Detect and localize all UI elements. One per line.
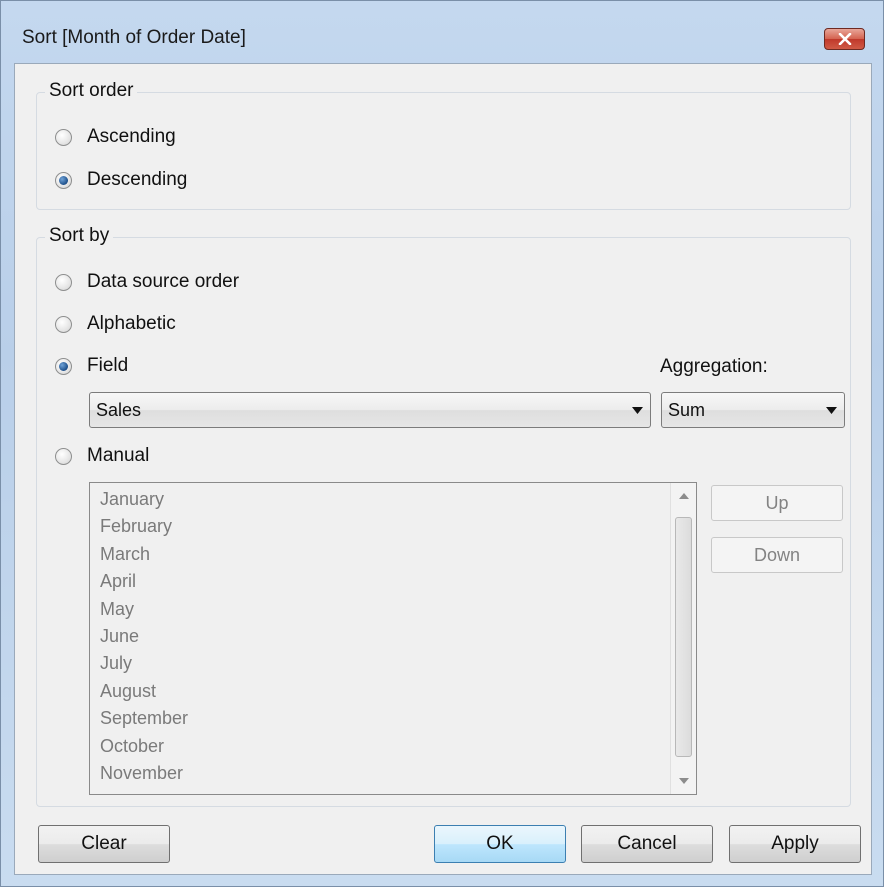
list-item[interactable]: June bbox=[100, 623, 188, 650]
list-item[interactable]: February bbox=[100, 513, 188, 540]
radio-alphabetic-label: Alphabetic bbox=[87, 313, 176, 334]
list-item[interactable]: January bbox=[100, 486, 188, 513]
sort-by-legend: Sort by bbox=[45, 225, 114, 247]
radio-button-selected[interactable] bbox=[55, 171, 72, 189]
title-bar[interactable]: Sort [Month of Order Date] bbox=[1, 1, 883, 63]
sort-dialog: Sort [Month of Order Date] Sort order As… bbox=[0, 0, 884, 887]
manual-order-list[interactable]: January February March April May June July Augu… bbox=[89, 482, 697, 795]
list-item[interactable]: July bbox=[100, 650, 188, 677]
chevron-down-icon bbox=[624, 406, 650, 414]
radio-button-selected[interactable] bbox=[55, 357, 72, 375]
list-item[interactable]: March bbox=[100, 541, 188, 568]
close-button[interactable] bbox=[824, 28, 865, 50]
radio-descending[interactable]: Descending bbox=[55, 169, 187, 191]
field-dropdown[interactable]: Sales bbox=[89, 392, 651, 428]
radio-button[interactable] bbox=[55, 315, 72, 333]
list-scrollbar[interactable] bbox=[670, 483, 696, 794]
radio-manual[interactable]: Manual bbox=[55, 445, 149, 467]
radio-alphabetic[interactable]: Alphabetic bbox=[55, 313, 176, 335]
clear-button[interactable]: Clear bbox=[38, 825, 170, 863]
list-item[interactable]: October bbox=[100, 733, 188, 760]
up-button[interactable]: Up bbox=[711, 485, 843, 521]
list-item[interactable]: August bbox=[100, 678, 188, 705]
scroll-up-button[interactable] bbox=[671, 483, 696, 509]
apply-button[interactable]: Apply bbox=[729, 825, 861, 863]
manual-order-items: January February March April May June July Augu… bbox=[100, 486, 188, 787]
radio-manual-label: Manual bbox=[87, 445, 150, 466]
aggregation-dropdown-value: Sum bbox=[668, 399, 706, 420]
radio-button[interactable] bbox=[55, 447, 72, 465]
scroll-down-button[interactable] bbox=[671, 768, 696, 794]
scroll-up-arrow-icon bbox=[678, 493, 689, 499]
field-dropdown-value: Sales bbox=[96, 399, 142, 420]
radio-data-source-order-label: Data source order bbox=[87, 271, 240, 292]
radio-ascending-label: Ascending bbox=[87, 126, 176, 147]
down-button[interactable]: Down bbox=[711, 537, 843, 573]
dialog-body: Sort order Ascending Descending Sort by … bbox=[14, 63, 872, 875]
chevron-down-icon bbox=[818, 406, 844, 414]
radio-button[interactable] bbox=[55, 128, 72, 146]
list-item[interactable]: November bbox=[100, 760, 188, 787]
aggregation-label: Aggregation: bbox=[660, 356, 768, 377]
dialog-title: Sort [Month of Order Date] bbox=[22, 27, 246, 48]
list-item[interactable]: April bbox=[100, 568, 188, 595]
radio-field-label: Field bbox=[87, 355, 129, 376]
list-item[interactable]: May bbox=[100, 596, 188, 623]
close-icon bbox=[838, 33, 851, 45]
sort-order-group: Sort order bbox=[36, 80, 851, 210]
radio-data-source-order[interactable]: Data source order bbox=[55, 271, 239, 293]
scroll-thumb[interactable] bbox=[675, 517, 692, 757]
aggregation-dropdown[interactable]: Sum bbox=[661, 392, 845, 428]
list-item[interactable]: September bbox=[100, 705, 188, 732]
ok-button[interactable]: OK bbox=[434, 825, 566, 863]
scroll-down-arrow-icon bbox=[678, 778, 689, 784]
radio-ascending[interactable]: Ascending bbox=[55, 126, 176, 148]
radio-field[interactable]: Field bbox=[55, 355, 128, 377]
cancel-button[interactable]: Cancel bbox=[581, 825, 713, 863]
radio-descending-label: Descending bbox=[87, 169, 188, 190]
radio-button[interactable] bbox=[55, 273, 72, 291]
sort-order-legend: Sort order bbox=[45, 80, 138, 102]
